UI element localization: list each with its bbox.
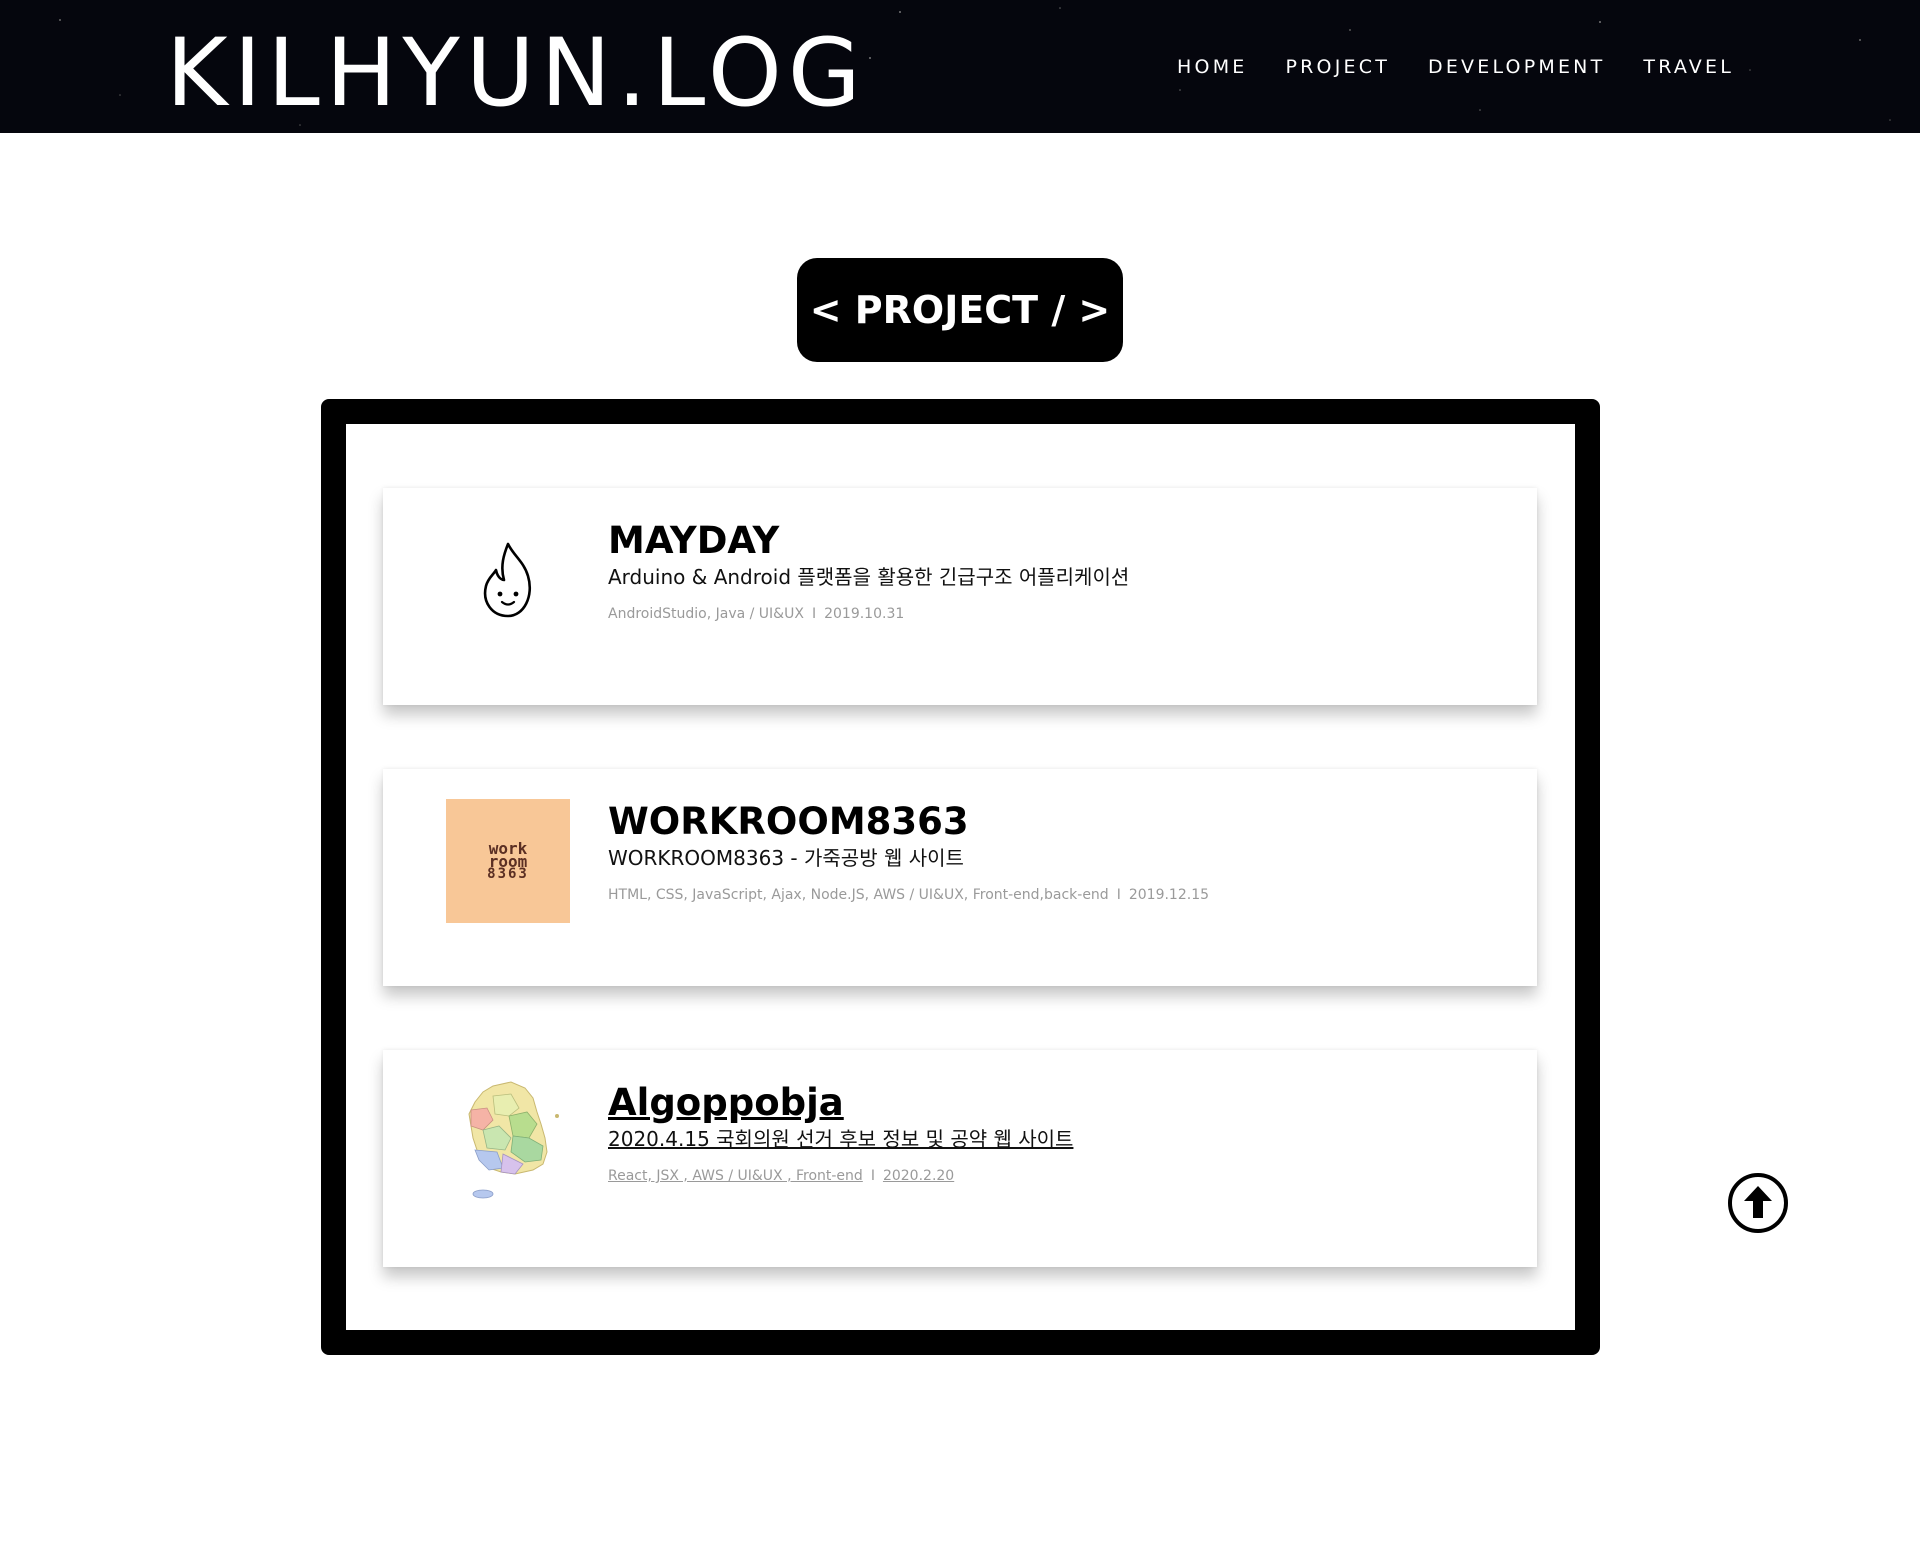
- arrow-up-circle-icon: [1728, 1173, 1788, 1233]
- project-meta: HTML, CSS, JavaScript, Ajax, Node.JS, AW…: [608, 886, 1209, 904]
- nav-home[interactable]: HOME: [1177, 56, 1247, 78]
- project-card-workroom8363[interactable]: work room 8363 WORKROOM8363 WORKROOM8363…: [383, 769, 1537, 986]
- project-info: MAYDAY Arduino & Android 플랫폼을 활용한 긴급구조 어…: [608, 518, 1129, 623]
- nav-travel[interactable]: TRAVEL: [1643, 56, 1734, 78]
- site-header: KILHYUN.LOG HOME PROJECT DEVELOPMENT TRA…: [0, 0, 1920, 133]
- nav-project[interactable]: PROJECT: [1286, 56, 1391, 78]
- korea-map-icon: [468, 1081, 559, 1199]
- project-tech: HTML, CSS, JavaScript, Ajax, Node.JS, AW…: [608, 887, 1109, 903]
- project-tech: AndroidStudio, Java / UI&UX: [608, 606, 804, 622]
- flame-face-icon: [483, 542, 531, 618]
- project-title[interactable]: WORKROOM8363: [608, 799, 1209, 845]
- nav-development[interactable]: DEVELOPMENT: [1428, 56, 1605, 78]
- project-date: 2019.10.31: [824, 606, 905, 622]
- project-card-algoppobja[interactable]: Algoppobja 2020.4.15 국회의원 선거 후보 정보 및 공약 …: [383, 1050, 1537, 1267]
- project-date: 2019.12.15: [1128, 887, 1210, 903]
- project-description: WORKROOM8363 - 가죽공방 웹 사이트: [608, 846, 964, 870]
- project-info: Algoppobja 2020.4.15 국회의원 선거 후보 정보 및 공약 …: [608, 1080, 1073, 1185]
- project-date: 2020.2.20: [882, 1168, 955, 1184]
- project-description: 2020.4.15 국회의원 선거 후보 정보 및 공약 웹 사이트: [608, 1127, 1074, 1151]
- project-thumbnail: [446, 518, 570, 642]
- project-card-mayday[interactable]: MAYDAY Arduino & Android 플랫폼을 활용한 긴급구조 어…: [383, 488, 1537, 705]
- meta-separator: I: [811, 606, 817, 622]
- meta-separator: I: [1116, 887, 1121, 903]
- project-title[interactable]: MAYDAY: [608, 518, 1129, 564]
- scroll-to-top-button[interactable]: [1727, 1172, 1789, 1234]
- site-logo[interactable]: KILHYUN.LOG: [166, 18, 867, 130]
- project-info: WORKROOM8363 WORKROOM8363 - 가죽공방 웹 사이트 H…: [608, 799, 1209, 904]
- main-nav: HOME PROJECT DEVELOPMENT TRAVEL: [1177, 56, 1734, 78]
- project-description: Arduino & Android 플랫폼을 활용한 긴급구조 어플리케이션: [608, 565, 1130, 589]
- project-thumbnail: [446, 1080, 570, 1204]
- workroom-logo: work room 8363: [446, 799, 570, 923]
- logo-line-3: 8363: [487, 865, 529, 882]
- project-meta: AndroidStudio, Java / UI&UX I 2019.10.31: [608, 605, 1129, 623]
- project-title[interactable]: Algoppobja: [608, 1080, 1073, 1126]
- project-meta: React, JSX , AWS / UI&UX , Front-end I 202…: [608, 1167, 1073, 1185]
- section-title: < PROJECT / >: [797, 258, 1123, 362]
- meta-separator: I: [870, 1168, 875, 1184]
- project-tech: React, JSX , AWS / UI&UX , Front-end: [608, 1168, 863, 1184]
